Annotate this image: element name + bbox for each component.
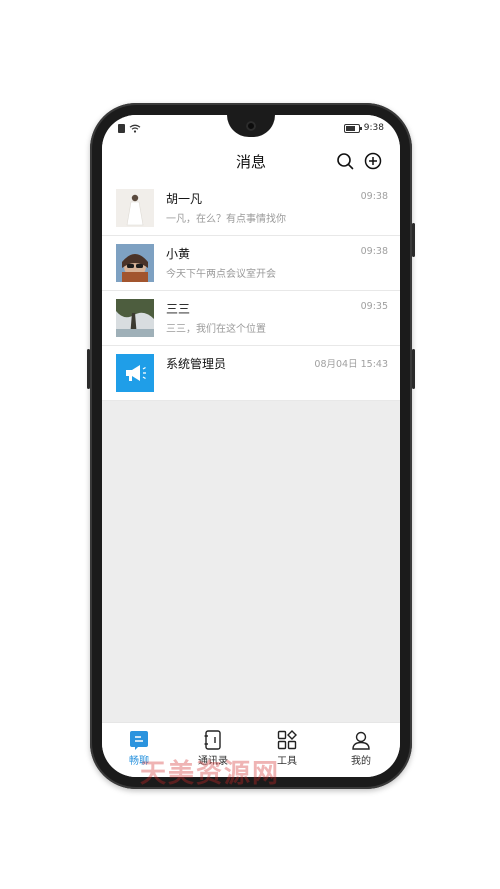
conversation-item[interactable]: 小黄 今天下午两点会议室开会 09:38 xyxy=(102,236,400,291)
header-bar: 消息 xyxy=(102,141,400,181)
contacts-icon xyxy=(204,730,221,750)
conversation-list: 胡一凡 一凡，在么？有点事情找你 09:38 小黄 今天下午两点会议室开会 09… xyxy=(102,181,400,401)
watermark: 天美资源网 xyxy=(140,759,281,789)
conversation-item[interactable]: 三三 三三，我们在这个位置 09:35 xyxy=(102,291,400,346)
conversation-time: 09:38 xyxy=(360,246,388,257)
status-time: 9:38 xyxy=(363,123,384,133)
avatar xyxy=(116,189,154,227)
page-title: 消息 xyxy=(235,153,266,171)
search-icon[interactable] xyxy=(336,152,354,170)
conversation-time: 09:38 xyxy=(360,191,388,202)
conversation-name: 三三 xyxy=(166,302,191,316)
photo-girl-sunglasses-avatar xyxy=(116,244,154,282)
phone-frame: 9:38 消息 胡一凡 一凡，在么？有点事情找你 09:38 小黄 今天下午两点… xyxy=(87,103,415,789)
conversation-time: 09:35 xyxy=(360,301,388,312)
wifi-icon xyxy=(129,124,141,133)
conversation-name: 胡一凡 xyxy=(166,192,203,206)
conversation-time: 08月04日 15:43 xyxy=(314,359,388,370)
conversation-preview: 三三，我们在这个位置 xyxy=(166,324,266,335)
conversation-preview: 一凡，在么？有点事情找你 xyxy=(166,214,286,225)
screen: 9:38 消息 胡一凡 一凡，在么？有点事情找你 09:38 小黄 今天下午两点… xyxy=(102,115,400,777)
photo-tree-avatar xyxy=(116,299,154,337)
avatar xyxy=(116,354,154,392)
battery-icon xyxy=(343,123,362,133)
conversation-name: 小黄 xyxy=(166,247,191,261)
add-icon[interactable] xyxy=(364,152,382,170)
conversation-item[interactable]: 胡一凡 一凡，在么？有点事情找你 09:38 xyxy=(102,181,400,236)
tab-label: 我的 xyxy=(351,756,371,767)
front-camera-icon xyxy=(246,121,256,131)
conversation-name: 系统管理员 xyxy=(166,357,227,371)
sim-icon xyxy=(118,124,125,133)
conversation-preview: 今天下午两点会议室开会 xyxy=(166,269,276,280)
conversation-item[interactable]: 系统管理员 08月04日 15:43 xyxy=(102,346,400,401)
tools-icon xyxy=(277,730,297,750)
profile-icon xyxy=(352,731,370,750)
megaphone-icon xyxy=(126,365,146,381)
side-button xyxy=(412,349,415,389)
photo-woman-white-dress-avatar xyxy=(116,189,154,227)
chat-icon xyxy=(130,731,148,750)
volume-button xyxy=(87,349,90,389)
avatar xyxy=(116,244,154,282)
tab-profile[interactable]: 我的 xyxy=(324,723,398,777)
power-button xyxy=(412,223,415,257)
avatar xyxy=(116,299,154,337)
